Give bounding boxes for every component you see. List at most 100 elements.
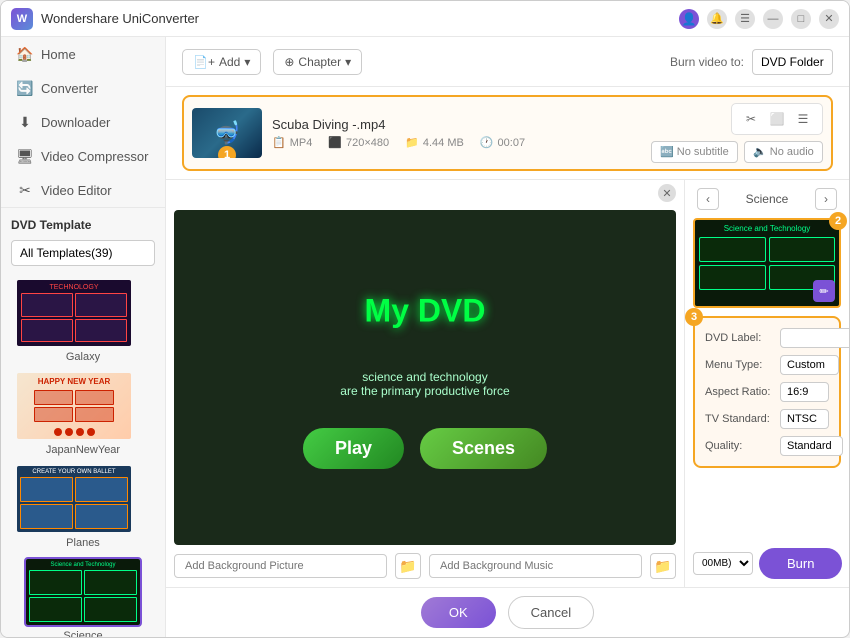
cut-button[interactable]: ✂ [740, 108, 762, 130]
bg-music-folder-button[interactable]: 📁 [650, 553, 676, 579]
sidebar-item-converter[interactable]: 🔄 Converter [1, 71, 165, 105]
aspect-ratio-select[interactable]: 16:9 4:3 [780, 382, 829, 402]
right-panel: ‹ Science › Science and Technology [684, 180, 849, 587]
file-thumbnail: 🤿 1 [192, 108, 262, 158]
file-info: Scuba Diving -.mp4 📋 MP4 ⬛ 720×480 [272, 117, 641, 149]
burn-to-select[interactable]: DVD Folder [752, 49, 833, 75]
dvd-template-label: DVD Template [11, 218, 155, 232]
converter-icon: 🔄 [17, 80, 33, 96]
burn-section: Burn video to: DVD Folder [670, 49, 833, 75]
crop-button[interactable]: ⬜ [766, 108, 788, 130]
science-template-preview: Science and Technology ✏ [693, 218, 841, 308]
file-meta: 📋 MP4 ⬛ 720×480 📁 4.44 MB [272, 136, 641, 149]
nav-prev-button[interactable]: ‹ [697, 188, 719, 210]
aspect-ratio-label: Aspect Ratio: [705, 386, 780, 398]
dvd-play-button[interactable]: Play [303, 428, 404, 469]
bg-picture-folder-button[interactable]: 📁 [395, 553, 421, 579]
tv-standard-select[interactable]: NTSC PAL [780, 409, 829, 429]
file-name: Scuba Diving -.mp4 [272, 117, 641, 132]
minimize-button[interactable]: — [763, 9, 783, 29]
badge-3: 3 [685, 308, 703, 326]
bell-icon[interactable]: 🔔 [707, 9, 727, 29]
sidebar-item-video-compressor[interactable]: 🖥 Video Compressor [1, 139, 165, 173]
sidebar: 🏠 Home 🔄 Converter ⬇ Downloader 🖥 Video … [1, 37, 166, 637]
settings-panel: DVD Label: Menu Type: Custom Standard No… [693, 316, 841, 468]
preview-close-button[interactable]: ✕ [658, 184, 676, 202]
profile-icon[interactable]: 👤 [679, 9, 699, 29]
preview-background-bar: 📁 📁 [166, 549, 684, 587]
size-value: 4.44 MB [423, 137, 464, 149]
template-thumb-japan: HAPPY NEW YEAR [15, 371, 133, 441]
sidebar-item-downloader[interactable]: ⬇ Downloader [1, 105, 165, 139]
editor-icon: ✂ [17, 182, 33, 198]
compressor-icon: 🖥 [17, 148, 33, 164]
dvd-label-row: DVD Label: [705, 328, 829, 348]
app-title: Wondershare UniConverter [41, 11, 671, 26]
science-preview-wrapper: Science and Technology ✏ 2 [693, 218, 841, 308]
file-format: 📋 MP4 [272, 136, 312, 149]
badge-2: 2 [829, 212, 847, 230]
file-duration: 🕐 00:07 [480, 136, 525, 149]
chapter-icon: ⊕ [284, 55, 294, 69]
bg-music-input[interactable] [429, 554, 642, 578]
nav-next-button[interactable]: › [815, 188, 837, 210]
menu-type-row: Menu Type: Custom Standard None [705, 355, 829, 375]
cancel-button[interactable]: Cancel [508, 596, 594, 629]
add-video-label: Add [219, 55, 240, 69]
bg-picture-input[interactable] [174, 554, 387, 578]
add-video-button[interactable]: 📄+ Add ▾ [182, 49, 261, 75]
sidebar-label-home: Home [41, 47, 76, 62]
file-action-bar: ✂ ⬜ ☰ [731, 103, 823, 135]
dvd-preview-buttons: Play Scenes [303, 428, 547, 469]
science-cell-1 [699, 237, 766, 262]
app-logo: W [11, 8, 33, 30]
settings-button[interactable]: ☰ [792, 108, 814, 130]
bottom-bar: OK Cancel [166, 587, 849, 637]
maximize-button[interactable]: □ [791, 9, 811, 29]
burn-button[interactable]: Burn [759, 548, 842, 579]
template-item-science[interactable]: Science and Technology Science [11, 553, 155, 637]
format-icon: 📋 [272, 136, 286, 149]
template-filter-select[interactable]: All Templates(39) [11, 240, 155, 266]
dvd-label-input[interactable] [780, 328, 849, 348]
ok-button[interactable]: OK [421, 597, 496, 628]
close-button[interactable]: ✕ [819, 9, 839, 29]
duration-value: 00:07 [498, 137, 526, 149]
file-item: 🤿 1 Scuba Diving -.mp4 📋 MP4 ⬛ [182, 95, 833, 171]
dvd-scenes-button[interactable]: Scenes [420, 428, 547, 469]
subtitle-select[interactable]: 🔤 No subtitle [651, 141, 738, 163]
quality-select[interactable]: Standard High Ultra High [780, 436, 843, 456]
template-list: TECHNOLOGY Galaxy [11, 274, 155, 637]
home-icon: 🏠 [17, 46, 33, 62]
add-chapter-label: Chapter [298, 55, 341, 69]
sidebar-item-home[interactable]: 🏠 Home [1, 37, 165, 71]
resolution-icon: ⬛ [328, 136, 342, 149]
sidebar-label-compressor: Video Compressor [41, 149, 148, 164]
close-bar: ✕ [166, 180, 684, 202]
sidebar-item-video-editor[interactable]: ✂ Video Editor [1, 173, 165, 207]
science-cell-2 [769, 237, 836, 262]
add-chapter-button[interactable]: ⊕ Chapter ▾ [273, 49, 362, 75]
file-size: 📁 4.44 MB [405, 136, 464, 149]
menu-type-select[interactable]: Custom Standard None [780, 355, 839, 375]
subtitle-audio-controls: 🔤 No subtitle 🔈 No audio [651, 141, 823, 163]
file-controls: ✂ ⬜ ☰ 🔤 No subtitle 🔈 No audio [651, 103, 823, 163]
menu-type-label: Menu Type: [705, 359, 780, 371]
template-item-galaxy[interactable]: TECHNOLOGY Galaxy [11, 274, 155, 367]
menu-icon[interactable]: ☰ [735, 9, 755, 29]
disk-size-select[interactable]: 00MB) [693, 552, 753, 575]
template-item-japan[interactable]: HAPPY NEW YEAR [11, 367, 155, 460]
template-item-planes[interactable]: CREATE YOUR OWN BALLET Planes [11, 460, 155, 553]
content-area: 📄+ Add ▾ ⊕ Chapter ▾ Burn video to: DVD … [166, 37, 849, 637]
template-name-japan: JapanNewYear [15, 444, 151, 456]
downloader-icon: ⬇ [17, 114, 33, 130]
window-controls: 👤 🔔 ☰ — □ ✕ [679, 9, 839, 29]
template-name-science: Science [63, 630, 102, 637]
add-video-icon: 📄+ [193, 55, 215, 69]
audio-select[interactable]: 🔈 No audio [744, 141, 823, 163]
sidebar-label-editor: Video Editor [41, 183, 112, 198]
sidebar-label-converter: Converter [41, 81, 98, 96]
template-edit-button[interactable]: ✏ [813, 280, 835, 302]
dvd-preview-title: My DVD [365, 292, 486, 329]
dvd-template-section: DVD Template All Templates(39) TECHNOLOG… [1, 207, 165, 637]
